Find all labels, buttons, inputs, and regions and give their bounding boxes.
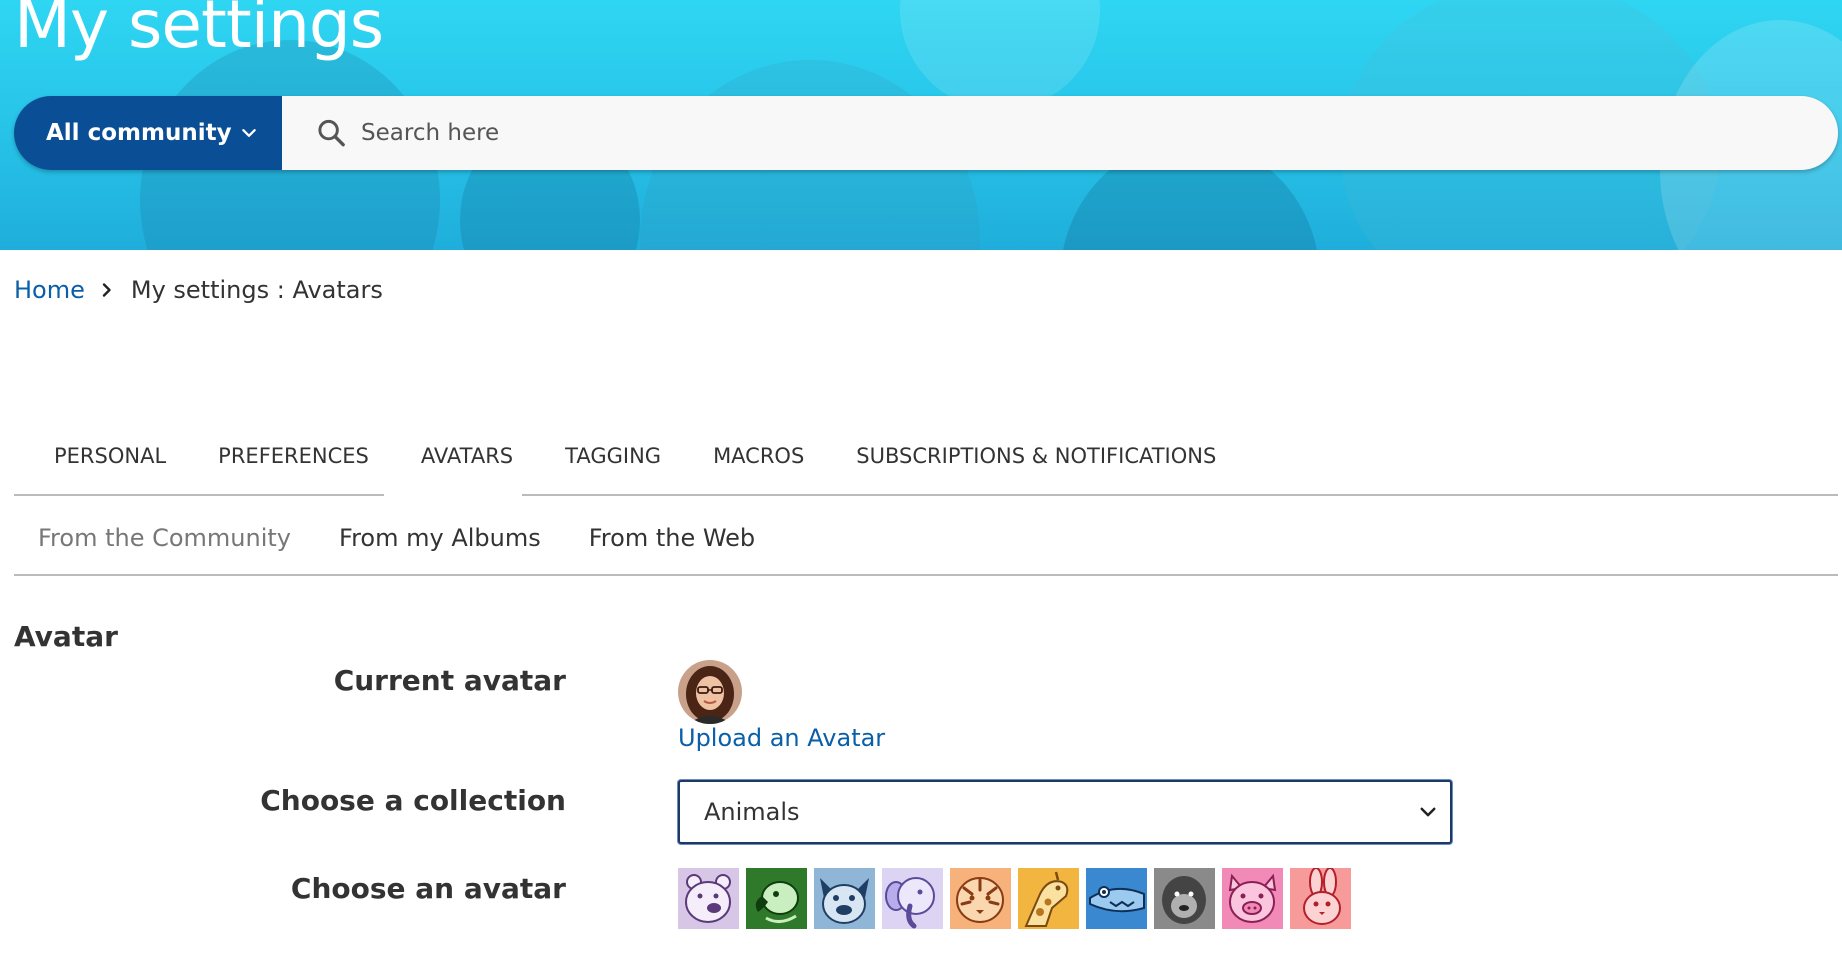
upload-avatar-link[interactable]: Upload an Avatar [678, 724, 885, 752]
choose-avatar-label: Choose an avatar [290, 872, 566, 905]
avatar-option-gorilla[interactable] [1154, 868, 1215, 929]
avatar-option-pig[interactable] [1222, 868, 1283, 929]
subtab-from-community[interactable]: From the Community [14, 524, 315, 574]
search-scope-label: All community [46, 120, 232, 146]
subtab-from-web[interactable]: From the Web [565, 524, 779, 574]
chevron-down-icon [242, 129, 256, 137]
polar-bear-icon [678, 868, 739, 929]
elephant-icon [882, 868, 943, 929]
avatar-option-polar-bear[interactable] [678, 868, 739, 929]
avatar-option-tiger[interactable] [950, 868, 1011, 929]
avatar-option-giraffe[interactable] [1018, 868, 1079, 929]
search-scope-dropdown[interactable]: All community [14, 96, 280, 170]
search-icon[interactable] [316, 117, 347, 149]
collection-label: Choose a collection [260, 784, 566, 817]
avatar-option-crocodile[interactable] [1086, 868, 1147, 929]
collection-select[interactable]: Animals [678, 780, 1452, 844]
subtab-from-albums[interactable]: From my Albums [315, 524, 565, 574]
page-title: My settings [14, 0, 384, 63]
avatar-option-parrot[interactable] [746, 868, 807, 929]
tiger-icon [950, 868, 1011, 929]
breadcrumb: Home My settings : Avatars [14, 276, 383, 304]
banner-photo-shape [900, 0, 1100, 110]
search-input[interactable] [361, 120, 1838, 146]
avatar-option-rabbit[interactable] [1290, 868, 1351, 929]
chevron-down-icon [1420, 807, 1436, 817]
tab-divider [522, 494, 1838, 496]
breadcrumb-current: My settings : Avatars [130, 276, 383, 304]
settings-tabs: PERSONAL PREFERENCES AVATARS TAGGING MAC… [14, 440, 1838, 496]
tab-preferences[interactable]: PREFERENCES [192, 440, 395, 496]
tab-avatars[interactable]: AVATARS [395, 440, 539, 496]
avatar-option-elephant[interactable] [882, 868, 943, 929]
tab-tagging[interactable]: TAGGING [539, 440, 687, 496]
gorilla-icon [1154, 868, 1215, 929]
pig-icon [1222, 868, 1283, 929]
section-title: Avatar [14, 620, 118, 653]
chevron-right-icon [102, 283, 111, 297]
parrot-icon [746, 868, 807, 929]
current-avatar-label: Current avatar [333, 664, 566, 697]
hero-banner: My settings All community [0, 0, 1842, 250]
avatar-source-tabs: From the Community From my Albums From t… [14, 524, 1838, 576]
bulldog-icon [814, 868, 875, 929]
tab-subscriptions-notifications[interactable]: SUBSCRIPTIONS & NOTIFICATIONS [830, 440, 1242, 496]
search-field [280, 96, 1838, 170]
avatar-option-bulldog[interactable] [814, 868, 875, 929]
rabbit-icon [1290, 868, 1351, 929]
crocodile-icon [1086, 868, 1147, 929]
tab-personal[interactable]: PERSONAL [14, 440, 192, 496]
breadcrumb-home-link[interactable]: Home [14, 276, 85, 304]
tab-macros[interactable]: MACROS [687, 440, 830, 496]
collection-select-value: Animals [704, 798, 800, 826]
search-bar: All community [14, 96, 1838, 170]
giraffe-icon [1018, 868, 1079, 929]
tab-divider [14, 494, 384, 496]
avatar-grid [678, 868, 1351, 929]
current-avatar-image [678, 660, 742, 724]
